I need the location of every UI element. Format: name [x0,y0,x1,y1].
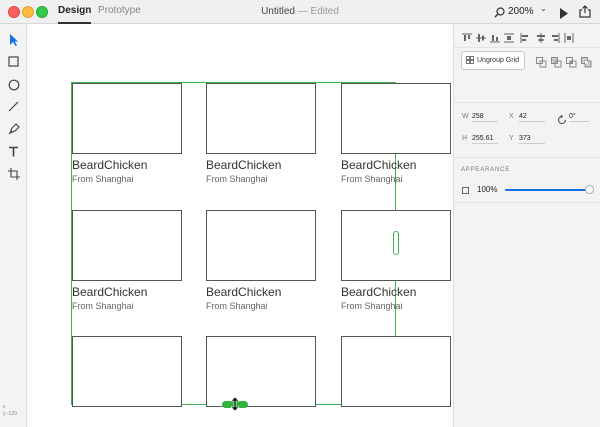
close-window-button[interactable] [8,6,20,18]
cell-subtitle[interactable]: From Shanghai [341,174,403,184]
x-label: X [509,113,514,120]
cursor-x-readout: x [3,404,6,410]
y-label: Y [509,135,514,142]
align-right-icon[interactable] [550,30,560,43]
design-canvas[interactable]: BeardChicken From Shanghai BeardChicken … [27,24,453,427]
document-status: — Edited [294,6,339,17]
width-label: W [462,113,469,120]
align-bottom-icon[interactable] [490,30,500,43]
align-top-icon[interactable] [462,30,472,41]
boolean-subtract-icon[interactable] [551,55,562,68]
image-placeholder[interactable] [341,336,451,407]
ungroup-grid-label: Ungroup Grid [477,57,520,64]
cell-title[interactable]: BeardChicken [206,158,281,172]
boolean-add-icon[interactable] [536,55,547,68]
chevron-down-icon[interactable]: ⌄ [540,4,547,13]
height-field[interactable]: 255.61 [472,135,498,144]
image-placeholder[interactable] [206,336,316,407]
cell-title[interactable]: BeardChicken [341,285,416,299]
y-field[interactable]: 373 [519,135,545,144]
pen-tool-icon[interactable] [6,121,21,136]
image-placeholder[interactable] [72,210,182,281]
text-tool-icon[interactable] [6,144,21,159]
cell-title[interactable]: BeardChicken [72,285,147,299]
cell-subtitle[interactable]: From Shanghai [341,301,403,311]
boolean-intersect-icon[interactable] [566,55,577,68]
image-placeholder[interactable] [206,83,316,154]
repeat-grid[interactable]: BeardChicken From Shanghai BeardChicken … [71,82,451,407]
document-name: Untitled [261,6,295,17]
appearance-section: APPEARANCE 100% [454,158,600,203]
cell-subtitle[interactable]: From Shanghai [206,301,268,311]
cursor-y-readout: y -120 [3,411,17,417]
ungroup-grid-button[interactable]: Ungroup Grid [461,51,525,70]
distribute-horizontal-icon[interactable] [564,30,574,43]
property-inspector: Ungroup Grid W 258 X 42 0° H 255.61 Y 37… [453,24,600,427]
image-placeholder[interactable] [341,83,451,154]
cell-title[interactable]: BeardChicken [72,158,147,172]
x-field[interactable]: 42 [519,113,545,122]
zoom-window-button[interactable] [36,6,48,18]
select-tool-icon[interactable] [6,32,21,47]
rotation-icon [557,112,567,130]
width-field[interactable]: 258 [472,113,498,122]
image-placeholder[interactable] [206,210,316,281]
title-bar: Design Prototype Untitled — Edited 200% … [0,0,600,24]
opacity-slider-thumb[interactable] [585,185,594,194]
tab-design[interactable]: Design [58,5,92,24]
cell-subtitle[interactable]: From Shanghai [72,301,134,311]
rectangle-tool-icon[interactable] [6,54,21,69]
share-icon[interactable] [579,5,591,23]
search-icon[interactable] [494,5,505,23]
ellipse-tool-icon[interactable] [6,77,21,92]
boolean-exclude-icon[interactable] [581,55,592,68]
opacity-icon [462,187,469,194]
opacity-slider[interactable] [505,189,589,191]
opacity-field[interactable]: 100% [477,185,497,194]
play-icon[interactable] [559,6,569,24]
artboard-tool-icon[interactable] [6,166,21,181]
cell-title[interactable]: BeardChicken [341,158,416,172]
align-middle-icon[interactable] [476,30,486,42]
minimize-window-button[interactable] [22,6,34,18]
cursor-coordinates: x y -120 [3,404,17,418]
rotation-field[interactable]: 0° [569,113,589,122]
distribute-vertical-icon[interactable] [504,30,514,43]
grid-resize-handle-right[interactable] [393,231,399,255]
resize-cursor-icon [230,396,240,416]
line-tool-icon[interactable] [6,99,21,114]
transform-properties: W 258 X 42 0° H 255.61 Y 373 [454,103,600,158]
cell-subtitle[interactable]: From Shanghai [72,174,134,184]
align-toolbar [454,24,600,48]
image-placeholder[interactable] [72,336,182,407]
grid-icon [466,55,474,66]
image-placeholder[interactable] [72,83,182,154]
tools-panel: x y -120 [0,24,27,427]
tab-prototype[interactable]: Prototype [98,5,141,24]
zoom-level[interactable]: 200% [508,6,534,17]
height-label: H [462,135,468,142]
align-center-icon[interactable] [536,30,546,43]
cell-title[interactable]: BeardChicken [206,285,281,299]
align-left-icon[interactable] [520,30,530,43]
appearance-title: APPEARANCE [461,167,511,173]
cell-subtitle[interactable]: From Shanghai [206,174,268,184]
